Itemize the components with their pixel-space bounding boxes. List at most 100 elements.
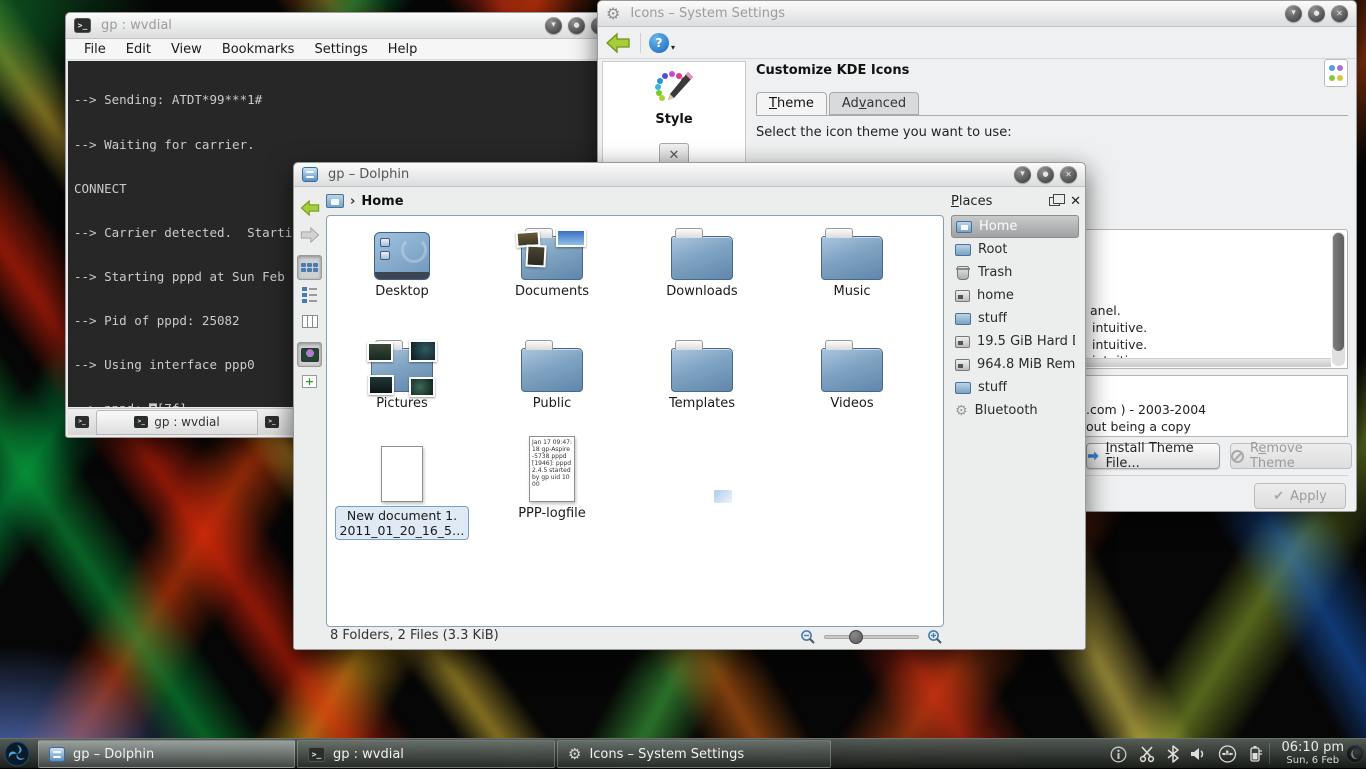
icons-view-button[interactable] <box>297 255 322 280</box>
places-item-home[interactable]: Home <box>951 215 1079 238</box>
maximize-icon[interactable] <box>1308 5 1325 22</box>
close-icon[interactable] <box>1331 5 1348 22</box>
places-item-stuff-2[interactable]: stuff <box>951 376 1079 399</box>
file-item-new-document[interactable]: New document 1. 2011_01_20_16_5… <box>332 436 472 540</box>
terminal-titlebar[interactable]: gp : wvdial <box>66 13 616 39</box>
places-item-root[interactable]: Root <box>951 238 1079 261</box>
back-arrow-icon[interactable] <box>604 32 632 54</box>
terminal-menubar: File Edit View Bookmarks Settings Help <box>66 39 616 60</box>
tab-advanced[interactable]: Advanced <box>829 92 919 115</box>
forward-button[interactable] <box>297 222 322 247</box>
slider-handle[interactable] <box>849 630 863 644</box>
digital-clock[interactable]: 06:10 pm Sun, 6 Feb <box>1281 740 1344 766</box>
dolphin-statusbar: 8 Folders, 2 Files (3.3 KiB) <box>326 623 1081 647</box>
description-fragment: .com ) - 2003-2004 <box>1086 402 1206 417</box>
places-item-home-partition[interactable]: home <box>951 284 1079 307</box>
gear-icon: ⚙ <box>606 4 620 23</box>
close-panel-icon[interactable] <box>1070 194 1081 209</box>
maximize-icon[interactable] <box>568 17 585 34</box>
file-item-pictures[interactable]: Pictures <box>332 334 472 411</box>
new-tab-button[interactable] <box>69 411 95 434</box>
tab-theme[interactable]: Theme <box>756 92 827 115</box>
taskbar-task-dolphin[interactable]: gp – Dolphin <box>38 740 295 768</box>
dolphin-titlebar[interactable]: gp – Dolphin <box>294 163 1085 187</box>
minimize-icon[interactable] <box>1285 5 1302 22</box>
volume-icon[interactable] <box>1190 746 1207 762</box>
file-item-music[interactable]: Music <box>782 222 922 299</box>
blank-document-icon <box>381 446 423 502</box>
places-item-bluetooth[interactable]: Bluetooth <box>951 399 1079 422</box>
terminal-tab[interactable]: gp : wvdial <box>96 410 258 435</box>
chevron-down-icon[interactable] <box>671 43 675 52</box>
zoom-in-icon[interactable] <box>927 629 943 645</box>
taskbar-task-system-settings[interactable]: ⚙ Icons – System Settings <box>557 740 831 768</box>
minimize-icon[interactable] <box>1014 166 1031 183</box>
menu-view[interactable]: View <box>161 42 212 57</box>
install-theme-button[interactable]: Install Theme File... <box>1086 443 1220 469</box>
menu-edit[interactable]: Edit <box>116 42 161 57</box>
zoom-slider[interactable] <box>824 635 919 639</box>
theme-list-fragment: intuitive. <box>1092 337 1147 352</box>
back-button[interactable] <box>297 195 322 220</box>
terminal-icon <box>308 747 325 762</box>
file-item-documents[interactable]: Documents <box>482 222 622 299</box>
vertical-scrollbar[interactable] <box>1332 232 1345 366</box>
details-view-button[interactable] <box>297 282 322 307</box>
app-launcher-icon[interactable] <box>4 741 30 767</box>
minimize-icon[interactable] <box>545 17 562 34</box>
file-label: Public <box>482 396 622 411</box>
theme-list-fragment: anel. <box>1090 303 1121 318</box>
menu-bookmarks[interactable]: Bookmarks <box>212 42 305 57</box>
usb-device-icon[interactable] <box>1218 745 1237 763</box>
clipboard-scissors-icon[interactable] <box>1138 745 1156 763</box>
file-item-public[interactable]: Public <box>482 334 622 411</box>
file-view[interactable]: Desktop Documents Downloads Music <box>326 215 944 627</box>
zoom-out-icon[interactable] <box>800 629 816 645</box>
taskbar-task-wvdial[interactable]: gp : wvdial <box>297 740 555 768</box>
terminal-icon <box>75 416 89 428</box>
columns-view-button[interactable] <box>297 309 322 334</box>
preview-button[interactable] <box>297 342 322 367</box>
menu-file[interactable]: File <box>74 42 116 57</box>
terminal-line: --> Sending: ATDT*99***1# <box>74 93 608 108</box>
maximize-icon[interactable] <box>1037 166 1054 183</box>
scrollbar-thumb[interactable] <box>1333 233 1344 351</box>
zoom-controls <box>800 629 943 645</box>
remove-theme-button[interactable]: Remove Theme <box>1230 443 1352 469</box>
blue-dot-icon <box>1329 65 1335 71</box>
clock-date: Sun, 6 Feb <box>1281 755 1344 766</box>
file-item-downloads[interactable]: Downloads <box>632 222 772 299</box>
dolphin-icon <box>302 167 318 182</box>
split-view-button[interactable] <box>297 369 322 394</box>
close-icon[interactable] <box>1060 166 1077 183</box>
places-item-trash[interactable]: Trash <box>951 261 1079 284</box>
menu-help[interactable]: Help <box>378 42 428 57</box>
help-icon[interactable] <box>649 33 669 53</box>
detach-panel-icon[interactable] <box>1049 197 1060 206</box>
file-item-ppp-logfile[interactable]: Jan 17 09:47:18 gp-Aspire-5738 pppd[1946… <box>482 436 622 521</box>
bluetooth-icon[interactable] <box>1167 745 1179 763</box>
file-item-templates[interactable]: Templates <box>632 334 772 411</box>
info-icon[interactable] <box>1110 746 1127 763</box>
folder-icon <box>671 236 733 280</box>
file-item-videos[interactable]: Videos <box>782 334 922 411</box>
sidebar-item-style[interactable]: Style <box>603 68 745 127</box>
places-item-removable[interactable]: 964.8 MiB Remov… <box>951 353 1079 376</box>
panel-toolbox-icon[interactable] <box>1346 745 1364 763</box>
terminal-line: --> Waiting for carrier. <box>74 138 608 153</box>
desktop-folder-icon <box>374 232 430 280</box>
split-tab-button[interactable] <box>259 411 285 434</box>
apply-button[interactable]: Apply <box>1254 483 1346 509</box>
file-item-desktop[interactable]: Desktop <box>332 222 472 299</box>
menu-settings[interactable]: Settings <box>304 42 377 57</box>
sidebar-item-label: Style <box>603 112 745 127</box>
places-item-stuff[interactable]: stuff <box>951 307 1079 330</box>
breadcrumb-home[interactable]: Home <box>361 194 403 209</box>
battery-icon[interactable] <box>1248 745 1262 763</box>
system-settings-titlebar[interactable]: ⚙ Icons – System Settings <box>598 1 1356 27</box>
folder-icon <box>821 348 883 392</box>
clock-time: 06:10 pm <box>1281 740 1344 755</box>
places-item-hard-drive[interactable]: 19.5 GiB Hard Drive <box>951 330 1079 353</box>
file-label: Music <box>782 284 922 299</box>
home-folder-icon[interactable] <box>326 194 344 208</box>
